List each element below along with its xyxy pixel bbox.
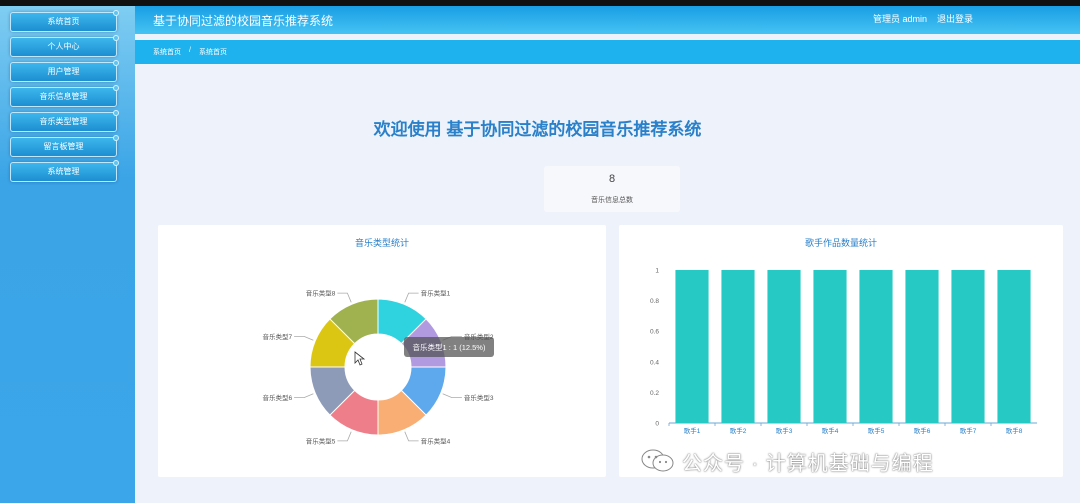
pie-slice-label: 音乐类型5 xyxy=(306,436,336,445)
y-tick-label: 0 xyxy=(655,421,659,428)
pie-chart: 音乐类型1音乐类型2音乐类型3音乐类型4音乐类型5音乐类型6音乐类型7音乐类型8… xyxy=(262,289,494,445)
music-total-label: 音乐信息总数 xyxy=(591,197,633,204)
pie-label-line xyxy=(404,431,419,442)
y-tick-label: 0.4 xyxy=(650,359,659,366)
y-tick-label: 0.2 xyxy=(650,390,659,397)
sidebar-item-label: 音乐信息管理 xyxy=(39,92,88,101)
sidebar-item-label: 个人中心 xyxy=(47,42,80,51)
music-total-card: 8 音乐信息总数 xyxy=(544,166,680,212)
music-total-value: 8 xyxy=(608,173,616,185)
music-type-chart-card: 音乐类型统计 音乐类型1音乐类型2音乐类型3音乐类型4音乐类型5音乐类型6音乐类… xyxy=(158,225,606,477)
pie-slice-label: 音乐类型1 xyxy=(421,289,451,298)
pie-tooltip: 音乐类型1 : 1 (12.5%) xyxy=(404,337,494,357)
sidebar-item-users[interactable]: 用户管理 xyxy=(10,60,119,82)
sidebar-item-label: 系统管理 xyxy=(47,167,80,176)
svg-text:音乐类型1 : 1 (12.5%): 音乐类型1 : 1 (12.5%) xyxy=(413,342,486,352)
bar[interactable] xyxy=(905,270,939,423)
sidebar-corner-dot xyxy=(113,10,119,16)
pie-label-line xyxy=(404,292,419,303)
singer-works-chart-card: 歌手作品数量统计 0 0.2 0.4 0.6 0.8 1 歌手1 歌手2 歌手3 歌手4 歌手5 歌手… xyxy=(619,225,1063,477)
breadcrumb-separator: / xyxy=(189,47,191,54)
sidebar-corner-dot xyxy=(113,135,119,141)
chat-bubble-icon xyxy=(640,448,676,474)
sidebar-item-label: 音乐类型管理 xyxy=(39,117,88,126)
sidebar-item-profile[interactable]: 个人中心 xyxy=(10,35,119,57)
sidebar-corner-dot xyxy=(113,160,119,166)
welcome-heading: 欢迎使用 基于协同过滤的校园音乐推荐系统 xyxy=(373,120,702,139)
mouse-cursor-icon xyxy=(354,351,366,366)
bar[interactable] xyxy=(997,270,1031,423)
sidebar-item-label: 系统首页 xyxy=(47,17,80,26)
bar[interactable] xyxy=(859,270,893,423)
logout-link[interactable]: 退出登录 xyxy=(937,12,973,25)
bar[interactable] xyxy=(813,270,847,423)
app-title: 基于协同过滤的校园音乐推荐系统 xyxy=(153,14,334,28)
x-tick-label: 歌手1 xyxy=(684,426,701,435)
sidebar-item-home[interactable]: 系统首页 xyxy=(10,10,119,32)
sidebar-item-label: 用户管理 xyxy=(47,67,80,76)
pie-label-line xyxy=(442,393,462,399)
pie-slice-label: 音乐类型7 xyxy=(262,332,292,341)
sidebar: 系统首页 个人中心 用户管理 音乐信息管理 音乐类型管理 留言板管理 系统管理 xyxy=(0,6,135,503)
pie-label-line xyxy=(337,292,352,303)
sidebar-corner-dot xyxy=(113,110,119,116)
pie-label-line xyxy=(337,431,352,442)
x-tick-label: 歌手7 xyxy=(960,426,977,435)
sidebar-item-music-type[interactable]: 音乐类型管理 xyxy=(10,110,119,132)
bar[interactable] xyxy=(675,270,709,423)
current-user: 管理员 admin xyxy=(873,14,928,24)
header-bar: 基于协同过滤的校园音乐推荐系统 管理员 admin 退出登录 xyxy=(135,6,1080,34)
y-tick-label: 0.6 xyxy=(650,329,659,336)
y-tick-label: 1 xyxy=(655,268,659,275)
x-tick-label: 歌手3 xyxy=(776,426,793,435)
x-tick-label: 歌手4 xyxy=(822,426,839,435)
sidebar-item-messages[interactable]: 留言板管理 xyxy=(10,135,119,157)
sidebar-corner-dot xyxy=(113,60,119,66)
x-tick-label: 歌手8 xyxy=(1006,426,1023,435)
x-tick-label: 歌手5 xyxy=(868,426,885,435)
pie-label-line xyxy=(294,335,314,341)
y-tick-label: 0.8 xyxy=(650,298,659,305)
watermark-text: 公众号 · 计算机基础与编程 xyxy=(682,452,934,475)
sidebar-item-label: 留言板管理 xyxy=(43,142,84,151)
bar[interactable] xyxy=(767,270,801,423)
pie-slice-label: 音乐类型8 xyxy=(306,289,336,298)
sidebar-item-music-info[interactable]: 音乐信息管理 xyxy=(10,85,119,107)
sidebar-item-system[interactable]: 系统管理 xyxy=(10,160,119,182)
breadcrumb: 系统首页 / 系统首页 xyxy=(135,40,1080,64)
pie-slice-label: 音乐类型6 xyxy=(262,393,292,402)
breadcrumb-item[interactable]: 系统首页 xyxy=(153,47,181,57)
x-tick-label: 歌手2 xyxy=(730,426,747,435)
x-tick-label: 歌手6 xyxy=(914,426,931,435)
breadcrumb-item: 系统首页 xyxy=(199,49,227,56)
watermark: 公众号 · 计算机基础与编程 xyxy=(640,447,934,475)
pie-slice-label: 音乐类型3 xyxy=(464,393,494,402)
sidebar-corner-dot xyxy=(113,35,119,41)
pie-label-line xyxy=(294,393,314,399)
bar[interactable] xyxy=(721,270,755,423)
sidebar-corner-dot xyxy=(113,85,119,91)
bar[interactable] xyxy=(951,270,985,423)
bar-chart: 0 0.2 0.4 0.6 0.8 1 歌手1 歌手2 歌手3 歌手4 歌手5 歌手6 歌手7 歌手8 xyxy=(650,268,1037,435)
pie-slice-label: 音乐类型4 xyxy=(421,436,451,445)
